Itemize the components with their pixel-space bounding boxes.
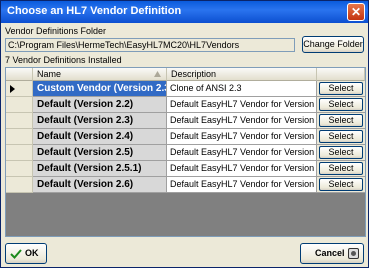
header-row-selector <box>6 68 33 81</box>
select-button[interactable]: Select <box>319 98 363 111</box>
select-cell: Select <box>317 177 365 193</box>
ok-label: OK <box>25 248 39 258</box>
select-cell: Select <box>317 113 365 129</box>
cancel-button[interactable]: Cancel <box>300 243 364 264</box>
table-row[interactable]: Custom Vendor (Version 2.3) Clone of ANS… <box>6 81 365 97</box>
current-row-pointer-icon <box>10 85 15 93</box>
select-cell: Select <box>317 81 365 97</box>
vendor-name-cell[interactable]: Default (Version 2.5.1) <box>33 161 167 177</box>
ok-button[interactable]: OK <box>5 243 47 264</box>
select-button[interactable]: Select <box>319 130 363 143</box>
vendor-name-cell[interactable]: Default (Version 2.4) <box>33 129 167 145</box>
row-selector[interactable] <box>6 113 33 129</box>
cancel-icon <box>348 248 359 259</box>
folder-label: Vendor Definitions Folder <box>5 26 107 36</box>
vendor-description-cell[interactable]: Default EasyHL7 Vendor for Version 2.4 <box>167 129 317 145</box>
column-name-label: Name <box>37 69 62 79</box>
table-row[interactable]: Default (Version 2.5.1) Default EasyHL7 … <box>6 161 365 177</box>
vendor-name-cell[interactable]: Default (Version 2.5) <box>33 145 167 161</box>
column-description-label: Description <box>171 69 217 79</box>
table-row[interactable]: Default (Version 2.5) Default EasyHL7 Ve… <box>6 145 365 161</box>
select-cell: Select <box>317 129 365 145</box>
folder-path-field[interactable]: C:\Program Files\HermeTech\EasyHL7MC20\H… <box>5 38 295 52</box>
row-selector[interactable] <box>6 81 33 97</box>
row-selector[interactable] <box>6 145 33 161</box>
table-row[interactable]: Default (Version 2.6) Default EasyHL7 Ve… <box>6 177 365 193</box>
row-selector[interactable] <box>6 161 33 177</box>
cancel-label: Cancel <box>315 248 345 258</box>
select-button[interactable]: Select <box>319 178 363 191</box>
select-button[interactable]: Select <box>319 114 363 127</box>
table-row[interactable]: Default (Version 2.4) Default EasyHL7 Ve… <box>6 129 365 145</box>
window-title: Choose an HL7 Vendor Definition <box>7 5 182 17</box>
vendor-description-cell[interactable]: Default EasyHL7 Vendor for Version 2.5.1 <box>167 161 317 177</box>
vendor-description-cell[interactable]: Default EasyHL7 Vendor for Version 2.2 <box>167 97 317 113</box>
title-bar[interactable]: Choose an HL7 Vendor Definition ✕ <box>1 1 368 23</box>
select-cell: Select <box>317 145 365 161</box>
installed-count-label: 7 Vendor Definitions Installed <box>5 55 122 65</box>
vendor-name-cell[interactable]: Default (Version 2.2) <box>33 97 167 113</box>
vendor-name-cell[interactable]: Custom Vendor (Version 2.3) <box>33 81 167 97</box>
table-row[interactable]: Default (Version 2.2) Default EasyHL7 Ve… <box>6 97 365 113</box>
change-folder-button[interactable]: Change Folder <box>302 36 364 53</box>
close-button[interactable]: ✕ <box>347 3 365 21</box>
select-button[interactable]: Select <box>319 162 363 175</box>
vendor-name-cell[interactable]: Default (Version 2.6) <box>33 177 167 193</box>
vendor-description-cell[interactable]: Default EasyHL7 Vendor for Version 2.6 <box>167 177 317 193</box>
select-button[interactable]: Select <box>319 82 363 95</box>
column-header-description[interactable]: Description <box>167 68 317 81</box>
sort-ascending-icon <box>154 71 161 77</box>
table-row[interactable]: Default (Version 2.3) Default EasyHL7 Ve… <box>6 113 365 129</box>
column-header-action <box>317 68 365 81</box>
dialog-window: Choose an HL7 Vendor Definition ✕ Vendor… <box>0 0 369 268</box>
select-cell: Select <box>317 161 365 177</box>
vendor-name-cell[interactable]: Default (Version 2.3) <box>33 113 167 129</box>
select-cell: Select <box>317 97 365 113</box>
vendor-description-cell[interactable]: Default EasyHL7 Vendor for Version 2.5 <box>167 145 317 161</box>
vendor-description-cell[interactable]: Default EasyHL7 Vendor for Version 2.3.1 <box>167 113 317 129</box>
vendor-description-cell[interactable]: Clone of ANSI 2.3 <box>167 81 317 97</box>
row-selector[interactable] <box>6 177 33 193</box>
row-selector[interactable] <box>6 129 33 145</box>
select-button[interactable]: Select <box>319 146 363 159</box>
checkmark-icon <box>10 249 22 259</box>
vendor-grid: Name Description Custom Vendor (Version … <box>5 67 366 237</box>
row-selector[interactable] <box>6 97 33 113</box>
close-icon: ✕ <box>350 5 362 19</box>
column-header-name[interactable]: Name <box>33 68 167 81</box>
